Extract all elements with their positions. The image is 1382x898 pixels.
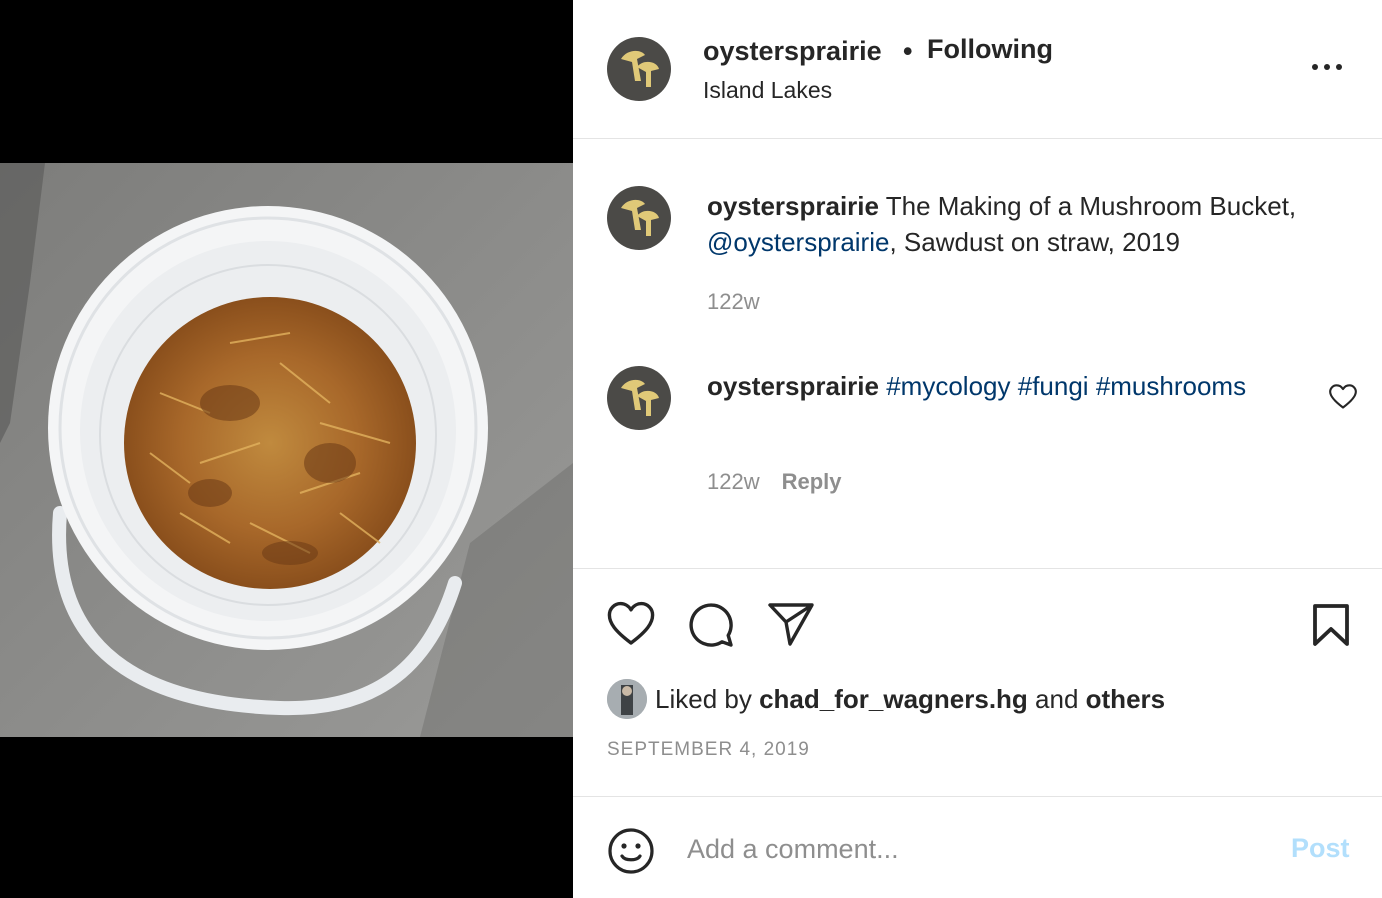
comment-text: oystersprairie #mycology #fungi #mushroo… [707, 368, 1267, 404]
caption-age: 122w [707, 289, 760, 314]
user-photo-icon [607, 679, 647, 719]
comment-age: 122w [707, 469, 760, 494]
liked-by-prefix: Liked by [655, 683, 760, 714]
more-horizontal-icon[interactable] [1307, 52, 1347, 82]
caption-username[interactable]: oystersprairie [707, 191, 879, 221]
avatar[interactable] [607, 186, 671, 250]
comment-username[interactable]: oystersprairie [707, 371, 879, 401]
post-detail-panel: oystersprairie • Following Island Lakes … [573, 0, 1382, 898]
likes-others-link[interactable]: others [1086, 684, 1165, 714]
caption-body-end: , Sawdust on straw, 2019 [889, 227, 1180, 257]
emoji-icon[interactable] [607, 827, 655, 875]
hashtag-link[interactable]: #mushrooms [1096, 371, 1246, 401]
comment-input[interactable] [687, 829, 1267, 869]
liker-username[interactable]: chad_for_wagners.hg [759, 684, 1028, 714]
location-link[interactable]: Island Lakes [703, 77, 832, 104]
mushroom-logo-icon [621, 50, 659, 87]
post-photo[interactable] [0, 163, 573, 737]
separator-dot: • [903, 36, 913, 66]
caption-body: The Making of a Mushroom Bucket, [878, 191, 1297, 221]
media-pane [0, 0, 573, 898]
mushroom-logo-icon [621, 199, 659, 236]
heart-icon[interactable] [607, 601, 655, 652]
hashtag-link[interactable]: #fungi [1018, 371, 1089, 401]
mention-link[interactable]: @oystersprairie [707, 227, 889, 257]
more-dot [1312, 64, 1318, 70]
avatar[interactable] [607, 366, 671, 430]
liked-by-middle: and [1027, 683, 1086, 714]
comment-heart-icon[interactable] [1329, 384, 1357, 410]
author-username[interactable]: oystersprairie [703, 36, 882, 67]
post-date[interactable]: SEPTEMBER 4, 2019 [607, 739, 810, 761]
post-actions: Liked by chad_for_wagners.hg and others … [573, 568, 1382, 796]
liked-by: Liked by chad_for_wagners.hg and others [607, 679, 1165, 719]
mushroom-logo-icon [621, 379, 659, 416]
more-dot [1336, 64, 1342, 70]
post-header: oystersprairie • Following Island Lakes [573, 0, 1382, 139]
avatar[interactable] [607, 37, 671, 101]
heart-icon [1329, 384, 1357, 409]
liked-by-text: Liked by chad_for_wagners.hg and others [655, 684, 1165, 715]
following-button[interactable]: Following [927, 34, 1053, 65]
liker-avatar[interactable] [607, 679, 647, 719]
add-comment-bar: Post [573, 796, 1382, 898]
caption-text: oystersprairie The Making of a Mushroom … [707, 188, 1347, 260]
bookmark-icon[interactable] [1311, 603, 1351, 652]
comment-meta: 122w Reply [707, 469, 842, 495]
bucket-photo-image [0, 163, 573, 737]
reply-button[interactable]: Reply [782, 469, 842, 494]
comment-icon[interactable] [687, 601, 735, 654]
post-button[interactable]: Post [1291, 833, 1350, 864]
more-dot [1324, 64, 1330, 70]
send-icon[interactable] [767, 601, 815, 652]
hashtag-link[interactable]: #mycology [886, 371, 1010, 401]
